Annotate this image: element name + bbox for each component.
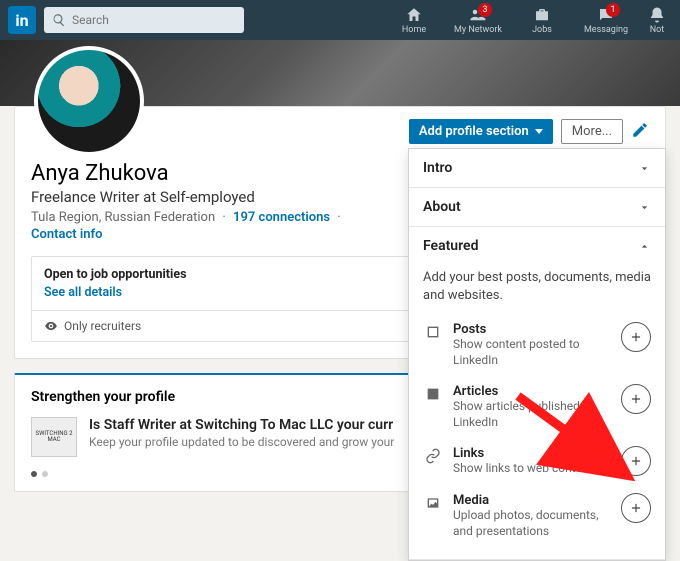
item-title: Media	[453, 493, 611, 508]
section-label: Featured	[423, 238, 478, 254]
chevron-down-icon	[638, 201, 651, 214]
dropdown-intro[interactable]: Intro	[409, 149, 665, 187]
contact-info-link[interactable]: Contact info	[31, 227, 102, 242]
add-articles-button[interactable]	[621, 384, 651, 414]
bell-icon	[648, 6, 666, 24]
linkedin-logo[interactable]: in	[8, 6, 36, 34]
visibility-label: Only recruiters	[64, 319, 141, 333]
item-desc: Upload photos, documents, and presentati…	[453, 508, 611, 539]
plus-icon	[629, 330, 643, 344]
item-title: Links	[453, 446, 611, 461]
add-media-button[interactable]	[621, 493, 651, 523]
button-label: Add profile section	[419, 124, 529, 139]
nav-label: Messaging	[584, 25, 628, 35]
item-title: Articles	[453, 384, 611, 399]
search-field[interactable]	[72, 13, 236, 27]
link-icon	[425, 448, 441, 464]
nav-network[interactable]: 3 My Network	[450, 6, 506, 35]
nav-label: Jobs	[532, 25, 552, 35]
suggestion-thumb: SWITCHING 2 MAC	[31, 417, 77, 457]
avatar[interactable]	[34, 46, 144, 156]
item-title: Posts	[453, 322, 611, 337]
media-icon	[425, 495, 441, 511]
add-posts-button[interactable]	[621, 322, 651, 352]
search-input[interactable]	[44, 7, 244, 33]
nav-jobs[interactable]: Jobs	[514, 6, 570, 35]
add-links-button[interactable]	[621, 446, 651, 476]
plus-icon	[629, 392, 643, 406]
search-icon	[52, 13, 66, 27]
top-nav: in Home 3 My Network Jobs 1 Messaging No…	[0, 0, 680, 40]
connections-link[interactable]: 197 connections	[233, 210, 330, 225]
post-icon	[425, 324, 441, 340]
section-label: About	[423, 199, 461, 215]
home-icon	[405, 6, 423, 24]
dropdown-featured[interactable]: Featured	[409, 227, 665, 265]
briefcase-icon	[533, 6, 551, 24]
item-desc: Show content posted to LinkedIn	[453, 337, 611, 368]
featured-item-articles: Articles Show articles published on Link…	[423, 376, 651, 438]
chevron-down-icon	[638, 162, 651, 175]
nav-notifications[interactable]: Not	[642, 6, 672, 35]
section-label: Intro	[423, 160, 452, 176]
chevron-down-icon	[535, 129, 543, 134]
plus-icon	[629, 454, 643, 468]
featured-item-media: Media Upload photos, documents, and pres…	[423, 485, 651, 547]
nav-label: Not	[650, 25, 665, 35]
nav-label: My Network	[454, 25, 502, 35]
suggestion-sub: Keep your profile updated to be discover…	[89, 435, 394, 449]
pencil-icon	[631, 121, 649, 139]
edit-profile-button[interactable]	[631, 121, 649, 143]
featured-desc: Add your best posts, documents, media an…	[423, 269, 651, 304]
nav-home[interactable]: Home	[386, 6, 442, 35]
featured-item-posts: Posts Show content posted to LinkedIn	[423, 314, 651, 376]
add-section-dropdown: Intro About Featured Add your best posts…	[408, 148, 666, 561]
more-button[interactable]: More...	[561, 119, 623, 144]
item-desc: Show articles published on LinkedIn	[453, 399, 611, 430]
article-icon	[425, 386, 441, 402]
nav-messaging[interactable]: 1 Messaging	[578, 6, 634, 35]
pager-dot[interactable]	[31, 471, 37, 477]
plus-icon	[629, 501, 643, 515]
notification-badge: 1	[606, 3, 620, 17]
dropdown-about[interactable]: About	[409, 188, 665, 226]
nav-label: Home	[402, 25, 426, 35]
item-desc: Show links to web content	[453, 461, 611, 477]
eye-icon	[44, 319, 58, 333]
notification-badge: 3	[478, 3, 492, 17]
featured-item-links: Links Show links to web content	[423, 438, 651, 485]
profile-location: Tula Region, Russian Federation	[31, 210, 215, 225]
chevron-up-icon	[638, 240, 651, 253]
add-profile-section-button[interactable]: Add profile section	[409, 119, 553, 144]
pager-dot[interactable]	[42, 471, 48, 477]
suggestion-title: Is Staff Writer at Switching To Mac LLC …	[89, 417, 394, 433]
